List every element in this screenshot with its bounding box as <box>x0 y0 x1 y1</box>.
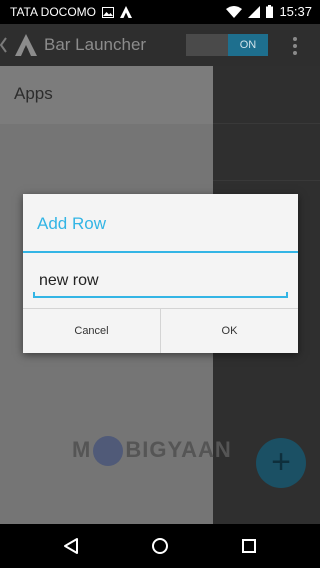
toggle-on-label: ON <box>228 34 268 56</box>
add-row-dialog: Add Row Cancel OK <box>23 194 298 353</box>
action-bar: Bar Launcher ON <box>0 24 320 66</box>
status-left: TATA DOCOMO <box>10 5 132 19</box>
back-icon[interactable] <box>57 532 85 560</box>
watermark-text-right: BIGYAAN <box>125 436 232 462</box>
bar-launcher-logo-icon[interactable] <box>14 33 38 57</box>
status-bar: TATA DOCOMO 15:37 <box>0 0 320 24</box>
cancel-button[interactable]: Cancel <box>23 309 160 353</box>
row-name-input[interactable] <box>33 266 288 298</box>
dialog-title: Add Row <box>37 214 106 233</box>
row-divider <box>213 180 320 181</box>
image-icon <box>102 6 114 18</box>
status-time: 15:37 <box>279 4 312 19</box>
drawer-apps-label[interactable]: Apps <box>14 84 53 104</box>
dialog-title-divider <box>23 251 298 253</box>
status-right: 15:37 <box>226 4 312 19</box>
enable-toggle[interactable]: ON <box>186 34 268 56</box>
dialog-button-bar: Cancel OK <box>23 308 298 353</box>
add-icon[interactable]: + <box>256 438 306 488</box>
ok-button[interactable]: OK <box>161 309 298 353</box>
signal-icon <box>248 5 261 18</box>
input-underline-tick <box>286 292 288 298</box>
row-divider <box>213 123 320 124</box>
watermark-text-left: M <box>72 436 92 462</box>
overflow-menu-icon[interactable] <box>290 36 300 56</box>
carrier-name: TATA DOCOMO <box>10 5 96 19</box>
wifi-icon <box>226 5 243 18</box>
battery-icon <box>266 5 274 18</box>
input-underline-tick <box>33 292 35 298</box>
navigation-bar <box>0 524 320 568</box>
watermark: M BIGYAAN <box>72 436 232 466</box>
watermark-logo-icon <box>93 436 124 466</box>
app-notification-icon <box>120 6 132 18</box>
home-icon[interactable] <box>146 532 174 560</box>
up-caret-icon[interactable] <box>0 35 8 55</box>
recents-icon[interactable] <box>235 532 263 560</box>
app-title: Bar Launcher <box>44 35 147 54</box>
